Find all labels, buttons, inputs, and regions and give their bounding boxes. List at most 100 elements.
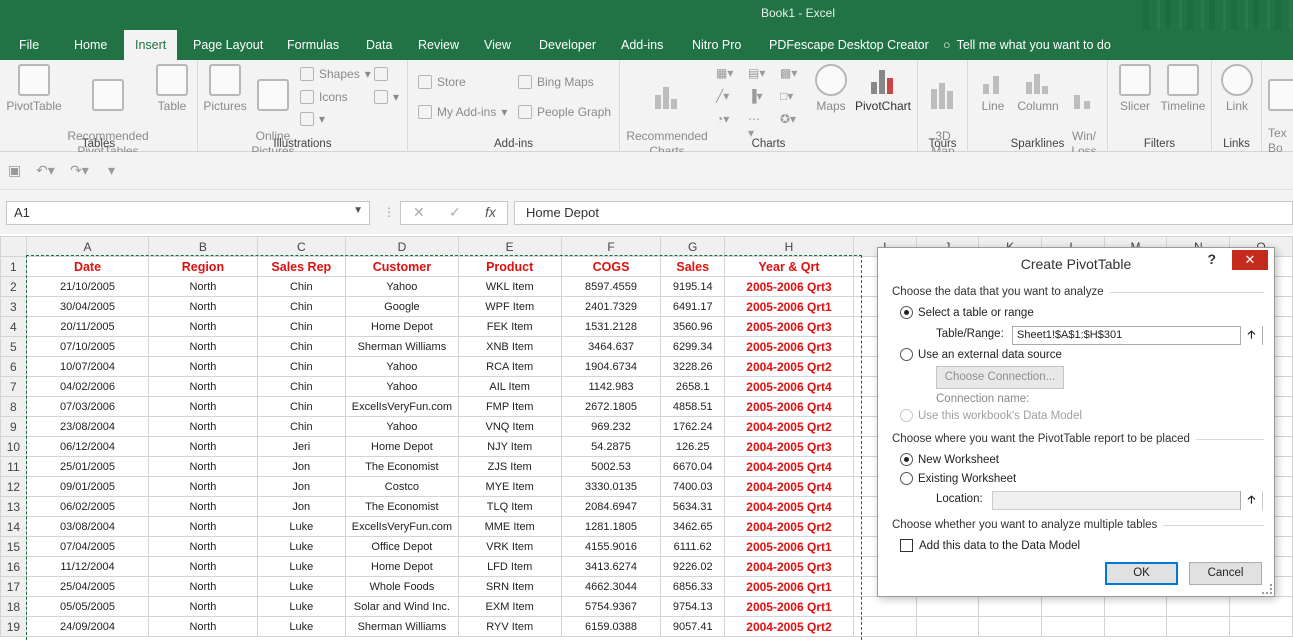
external-source-option[interactable]: Use an external data source — [900, 348, 1062, 361]
data-cell[interactable]: RCA Item — [457, 356, 562, 377]
data-cell[interactable]: 6491.17 — [660, 296, 725, 317]
empty-cell[interactable] — [1229, 616, 1293, 637]
row-header[interactable]: 2 — [0, 276, 27, 297]
data-cell[interactable]: 3413.6274 — [560, 556, 662, 577]
insert-function-icon[interactable]: fx — [485, 204, 496, 220]
data-cell[interactable]: 03/08/2004 — [25, 516, 150, 537]
data-cell[interactable]: 30/04/2005 — [25, 296, 150, 317]
radio-disabled[interactable] — [900, 409, 913, 422]
data-cell[interactable]: FEK Item — [457, 316, 562, 337]
header-cell[interactable]: Year & Qrt — [723, 256, 854, 277]
row-header[interactable]: 4 — [0, 316, 27, 337]
ok-button[interactable]: OK — [1105, 562, 1178, 585]
data-cell[interactable]: 54.2875 — [560, 436, 662, 457]
data-cell[interactable]: 07/03/2006 — [25, 396, 150, 417]
data-cell[interactable]: Chin — [256, 416, 347, 437]
data-cell[interactable]: 5754.9367 — [560, 596, 662, 617]
data-cell[interactable]: Chin — [256, 276, 347, 297]
tab-data[interactable]: Data — [355, 30, 403, 60]
tab-insert[interactable]: Insert — [124, 30, 178, 60]
empty-cell[interactable] — [1103, 616, 1168, 637]
data-cell[interactable]: North — [148, 576, 258, 597]
data-cell[interactable]: 3464.637 — [560, 336, 662, 357]
data-cell[interactable]: Google — [345, 296, 459, 317]
data-cell[interactable]: 2672.1805 — [560, 396, 662, 417]
data-cell[interactable]: 4858.51 — [660, 396, 725, 417]
column-header[interactable]: B — [148, 236, 258, 257]
row-header[interactable]: 3 — [0, 296, 27, 317]
header-cell[interactable]: Customer — [345, 256, 459, 277]
waterfall-chart-icon[interactable]: ▩▾ — [780, 66, 798, 82]
data-cell[interactable]: MME Item — [457, 516, 562, 537]
data-cell[interactable]: 07/10/2005 — [25, 336, 150, 357]
data-cell[interactable]: ZJS Item — [457, 456, 562, 477]
splitter-icon[interactable]: ⋮ — [383, 205, 395, 219]
data-cell[interactable]: WPF Item — [457, 296, 562, 317]
radar-chart-icon[interactable]: ✪▾ — [780, 112, 798, 128]
radio-selected[interactable] — [900, 453, 913, 466]
data-cell[interactable]: 6111.62 — [660, 536, 725, 557]
data-cell[interactable]: ExcelIsVeryFun.com — [345, 516, 459, 537]
data-cell[interactable]: Whole Foods — [345, 576, 459, 597]
data-cell[interactable]: North — [148, 416, 258, 437]
data-cell[interactable]: 2005-2006 Qrt1 — [723, 596, 854, 617]
data-cell[interactable]: 3560.96 — [660, 316, 725, 337]
resize-grip-icon[interactable] — [1262, 584, 1272, 594]
data-cell[interactable]: Yahoo — [345, 356, 459, 377]
data-cell[interactable]: 06/02/2005 — [25, 496, 150, 517]
maps-button[interactable]: Maps — [812, 64, 850, 114]
empty-cell[interactable] — [978, 616, 1042, 637]
data-cell[interactable]: 1142.983 — [560, 376, 662, 397]
3d-models-button[interactable]: ▾ — [300, 112, 325, 126]
empty-cell[interactable] — [915, 596, 980, 617]
data-cell[interactable]: 10/07/2004 — [25, 356, 150, 377]
data-cell[interactable]: North — [148, 616, 258, 637]
data-cell[interactable]: 11/12/2004 — [25, 556, 150, 577]
data-cell[interactable]: MYE Item — [457, 476, 562, 497]
data-cell[interactable]: 9195.14 — [660, 276, 725, 297]
row-header[interactable]: 6 — [0, 356, 27, 377]
data-cell[interactable]: 2004-2005 Qrt4 — [723, 476, 854, 497]
data-cell[interactable]: North — [148, 276, 258, 297]
data-cell[interactable]: 2004-2005 Qrt2 — [723, 616, 854, 637]
row-header[interactable]: 11 — [0, 456, 27, 477]
data-cell[interactable]: Jon — [256, 456, 347, 477]
data-cell[interactable]: 2658.1 — [660, 376, 725, 397]
new-worksheet-option[interactable]: New Worksheet — [900, 453, 999, 466]
data-cell[interactable]: 04/02/2006 — [25, 376, 150, 397]
bing-maps-button[interactable]: Bing Maps — [518, 75, 594, 89]
data-cell[interactable]: Luke — [256, 596, 347, 617]
tab-file[interactable]: File — [8, 30, 50, 60]
header-cell[interactable]: Sales Rep — [256, 256, 347, 277]
slicer-button[interactable]: Slicer — [1114, 64, 1156, 114]
cancel-button[interactable]: Cancel — [1189, 562, 1262, 585]
data-cell[interactable]: Jon — [256, 496, 347, 517]
data-cell[interactable]: 1904.6734 — [560, 356, 662, 377]
row-header[interactable]: 16 — [0, 556, 27, 577]
name-box[interactable]: A1 ▼ — [6, 201, 370, 225]
data-cell[interactable]: LFD Item — [457, 556, 562, 577]
customize-qat-icon[interactable]: ▾ — [108, 162, 115, 179]
choose-connection-button[interactable]: Choose Connection... — [936, 366, 1064, 389]
tab-home[interactable]: Home — [63, 30, 118, 60]
row-header[interactable]: 19 — [0, 616, 27, 637]
data-cell[interactable]: 3462.65 — [660, 516, 725, 537]
line-chart-icon[interactable]: ╱▾ — [716, 89, 734, 105]
data-cell[interactable]: 06/12/2004 — [25, 436, 150, 457]
data-cell[interactable]: Luke — [256, 576, 347, 597]
data-cell[interactable]: Jon — [256, 476, 347, 497]
data-cell[interactable]: 9057.41 — [660, 616, 725, 637]
data-cell[interactable]: 2084.6947 — [560, 496, 662, 517]
data-cell[interactable]: Chin — [256, 336, 347, 357]
data-cell[interactable]: Chin — [256, 356, 347, 377]
data-cell[interactable]: WKL Item — [457, 276, 562, 297]
data-model-option[interactable]: Use this workbook's Data Model — [900, 409, 1082, 422]
data-cell[interactable]: 2005-2006 Qrt4 — [723, 376, 854, 397]
data-cell[interactable]: 1762.24 — [660, 416, 725, 437]
data-cell[interactable]: North — [148, 336, 258, 357]
existing-worksheet-option[interactable]: Existing Worksheet — [900, 472, 1016, 485]
data-cell[interactable]: North — [148, 536, 258, 557]
collapse-dialog-icon[interactable]: 🡡 — [1240, 491, 1262, 510]
data-cell[interactable]: Chin — [256, 296, 347, 317]
data-cell[interactable]: Sherman Williams — [345, 336, 459, 357]
